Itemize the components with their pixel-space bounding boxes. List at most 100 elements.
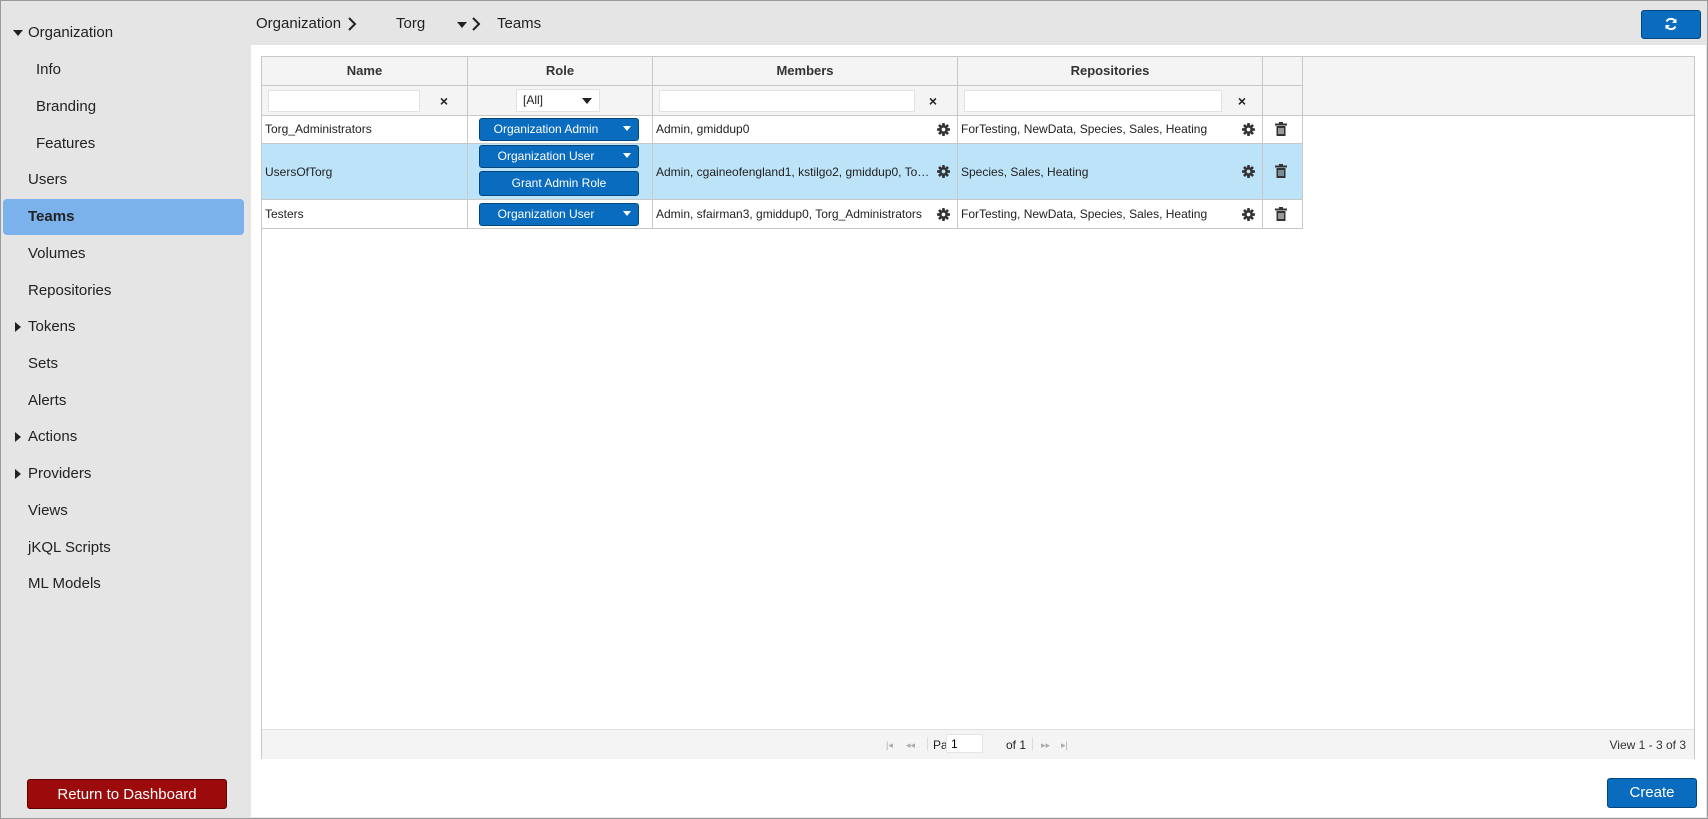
role-dropdown-button[interactable]: Organization Admin (479, 118, 639, 141)
sidebar-item-label: Organization (28, 24, 114, 41)
sidebar-item-users[interactable]: Users (3, 162, 244, 198)
refresh-button[interactable] (1641, 10, 1701, 39)
clear-icon[interactable]: × (923, 90, 943, 112)
team-name: Testers (265, 207, 304, 221)
pager: |◂ ◂◂ Page of 1 ▸▸ ▸| View 1 - 3 of 3 (262, 729, 1694, 759)
members-text: Admin, cgaineofengland1, kstilgo2, gmidd… (656, 165, 930, 179)
gear-icon[interactable] (1242, 208, 1255, 221)
sidebar-item-label: Repositories (28, 282, 112, 299)
gear-icon[interactable] (1242, 165, 1255, 178)
column-header-role[interactable]: Role (468, 57, 652, 86)
chevron-right-icon (472, 17, 481, 31)
gear-icon[interactable] (1242, 123, 1255, 136)
sidebar-item-repositories[interactable]: Repositories (3, 273, 244, 309)
sidebar-item-views[interactable]: Views (3, 493, 244, 529)
sidebar-item-label: Providers (28, 465, 92, 482)
sidebar-item-actions[interactable]: Actions (3, 419, 244, 455)
cell-role: Organization User Grant Admin Role (468, 144, 653, 199)
first-page-icon[interactable]: |◂ (886, 740, 893, 751)
cell-delete (1263, 144, 1303, 199)
role-dropdown-button[interactable]: Organization User (479, 145, 639, 168)
grid-header: Name × Role [All] Members × Repositories… (262, 57, 1694, 116)
sidebar-item-organization[interactable]: Organization (3, 15, 244, 51)
cell-members: Admin, sfairman3, gmiddup0, Torg_Adminis… (653, 200, 958, 228)
column-role: Role [All] (468, 57, 653, 115)
column-header-members[interactable]: Members (653, 57, 957, 86)
column-header-name[interactable]: Name (262, 57, 467, 86)
team-name: UsersOfTorg (265, 165, 333, 179)
chevron-down-icon (623, 153, 631, 158)
role-label: Organization Admin (493, 122, 599, 136)
sidebar-item-info[interactable]: Info (3, 52, 244, 88)
create-button[interactable]: Create (1607, 778, 1697, 808)
table-row[interactable]: UsersOfTorg Organization User Grant Admi… (262, 144, 1303, 200)
cell-members: Admin, cgaineofengland1, kstilgo2, gmidd… (653, 144, 958, 199)
next-page-icon[interactable]: ▸▸ (1041, 740, 1050, 751)
cell-name: Testers (262, 200, 468, 228)
cell-role: Organization User (468, 200, 653, 228)
gear-icon[interactable] (937, 123, 950, 136)
gear-icon[interactable] (937, 208, 950, 221)
sidebar-item-volumes[interactable]: Volumes (3, 236, 244, 272)
role-dropdown-button[interactable]: Organization User (479, 203, 639, 226)
caret-right-icon (15, 469, 21, 479)
chevron-down-icon[interactable] (457, 22, 467, 28)
return-to-dashboard-button[interactable]: Return to Dashboard (27, 779, 227, 809)
cell-repositories: ForTesting, NewData, Species, Sales, Hea… (958, 115, 1263, 143)
sidebar-item-alerts[interactable]: Alerts (3, 383, 244, 419)
table-row[interactable]: Torg_Administrators Organization Admin A… (262, 115, 1303, 144)
sidebar-item-label: Sets (28, 355, 59, 372)
members-filter-input[interactable] (659, 90, 915, 112)
sidebar-item-providers[interactable]: Providers (3, 456, 244, 492)
role-filter-value: [All] (523, 93, 544, 107)
column-header-repositories[interactable]: Repositories (958, 57, 1262, 86)
chevron-right-icon (348, 17, 357, 31)
refresh-icon (1665, 17, 1677, 31)
repositories-text: ForTesting, NewData, Species, Sales, Hea… (961, 207, 1208, 221)
team-name: Torg_Administrators (265, 122, 372, 136)
sidebar-item-sets[interactable]: Sets (3, 346, 244, 382)
trash-icon[interactable] (1275, 164, 1287, 178)
sidebar-item-ml-models[interactable]: ML Models (3, 566, 244, 602)
members-text: Admin, sfairman3, gmiddup0, Torg_Adminis… (656, 207, 922, 221)
members-text: Admin, gmiddup0 (656, 122, 750, 136)
sidebar-item-tokens[interactable]: Tokens (3, 309, 244, 345)
sidebar-item-branding[interactable]: Branding (3, 89, 244, 125)
sidebar-item-label: Branding (36, 98, 97, 115)
sidebar-item-teams[interactable]: Teams (3, 199, 244, 235)
pager-separator (1032, 737, 1033, 751)
sidebar-item-label: Users (28, 171, 68, 188)
breadcrumb-current: Teams (497, 15, 542, 32)
grant-admin-role-button[interactable]: Grant Admin Role (479, 171, 639, 196)
cell-delete (1263, 200, 1303, 228)
repositories-filter-input[interactable] (964, 90, 1222, 112)
last-page-icon[interactable]: ▸| (1061, 740, 1068, 751)
main-content: Name × Role [All] Members × Repositories… (251, 45, 1706, 817)
cell-repositories: ForTesting, NewData, Species, Sales, Hea… (958, 200, 1263, 228)
column-name: Name × (262, 57, 468, 115)
prev-page-icon[interactable]: ◂◂ (906, 740, 915, 751)
clear-icon[interactable]: × (434, 90, 454, 112)
page-number-input[interactable] (946, 734, 983, 753)
page-count: of 1 (1006, 738, 1027, 752)
org-select[interactable]: Torg (396, 15, 425, 32)
pager-separator (927, 737, 928, 751)
gear-icon[interactable] (937, 165, 950, 178)
sidebar: Organization Info Branding Features User… (1, 1, 250, 817)
repositories-text: Species, Sales, Heating (961, 165, 1089, 179)
name-filter-input[interactable] (268, 90, 420, 112)
cell-name: UsersOfTorg (262, 144, 468, 199)
sidebar-item-features[interactable]: Features (3, 126, 244, 162)
role-filter-select[interactable]: [All] (516, 89, 600, 112)
trash-icon[interactable] (1275, 122, 1287, 136)
breadcrumb-organization[interactable]: Organization (256, 15, 341, 32)
sidebar-item-jkql-scripts[interactable]: jKQL Scripts (3, 530, 244, 566)
sidebar-item-label: ML Models (28, 575, 101, 592)
teams-grid: Name × Role [All] Members × Repositories… (261, 56, 1695, 759)
trash-icon[interactable] (1275, 207, 1287, 221)
column-header-actions (1263, 57, 1302, 86)
table-row[interactable]: Testers Organization User Admin, sfairma… (262, 200, 1303, 229)
clear-icon[interactable]: × (1232, 90, 1252, 112)
chevron-down-icon (582, 98, 592, 104)
caret-right-icon (15, 322, 21, 332)
